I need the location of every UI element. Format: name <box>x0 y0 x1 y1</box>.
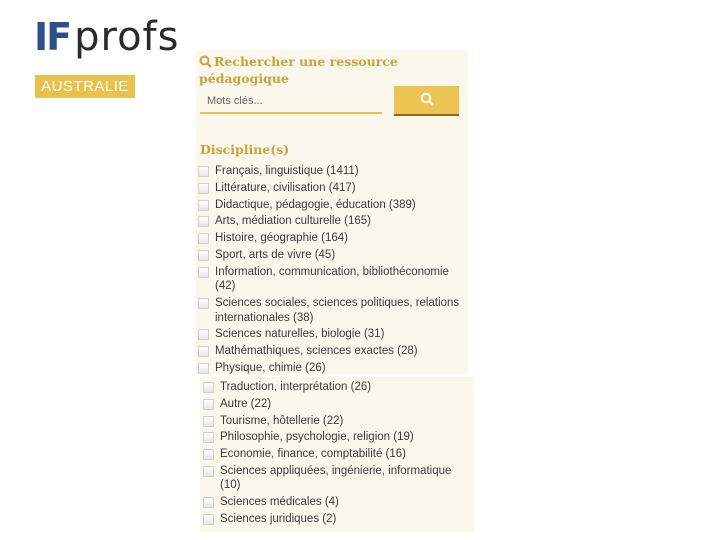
list-item-label: Sport, arts de vivre (45) <box>215 248 336 261</box>
list-item[interactable]: Littérature, civilisation (417) <box>198 181 468 196</box>
list-item[interactable]: Sciences appliquées, ingénierie, informa… <box>203 464 471 493</box>
list-item[interactable]: Sciences médicales (4) <box>203 495 471 510</box>
list-item[interactable]: Sciences naturelles, biologie (31) <box>198 327 468 342</box>
logo-f: F <box>46 15 73 59</box>
list-item[interactable]: Philosophie, psychologie, religion (19) <box>203 430 471 445</box>
list-item[interactable]: Didactique, pédagogie, éducation (389) <box>198 198 468 213</box>
search-button[interactable] <box>394 86 459 116</box>
list-item-label: Sciences naturelles, biologie (31) <box>215 328 385 341</box>
search-heading-text: Rechercher une ressource pédagogique <box>199 54 398 86</box>
checkbox[interactable] <box>203 382 214 393</box>
discipline-list: Français, linguistique (1411) Littératur… <box>198 164 468 378</box>
list-item-label: Didactique, pédagogie, éducation (389) <box>215 198 416 211</box>
checkbox[interactable] <box>203 398 214 410</box>
checkbox[interactable] <box>198 216 209 228</box>
checkbox[interactable] <box>203 497 214 509</box>
list-item[interactable]: Histoire, géographie (164) <box>198 231 468 246</box>
ifprofs-logo[interactable]: I F profs <box>34 14 180 60</box>
discipline-list-continued: Traduction, interprétation (26) Autre (2… <box>203 380 471 529</box>
discipline-heading: Discipline(s) <box>200 142 290 157</box>
list-item[interactable]: Sport, arts de vivre (45) <box>198 248 468 263</box>
list-item-label: Sciences juridiques (2) <box>220 513 337 526</box>
list-item-label: Physique, chimie (26) <box>215 361 326 374</box>
list-item-label: Economie, finance, comptabilité (16) <box>220 448 407 461</box>
checkbox[interactable] <box>203 514 214 526</box>
list-item[interactable]: Traduction, interprétation (26) <box>203 380 471 395</box>
list-item-label: Littérature, civilisation (417) <box>215 181 356 194</box>
checkbox[interactable] <box>198 298 209 310</box>
checkbox[interactable] <box>198 346 209 358</box>
list-item[interactable]: Sciences sociales, sciences politiques, … <box>198 296 468 325</box>
list-item[interactable]: Mathémathiques, sciences exactes (28) <box>198 344 468 359</box>
list-item-label: Histoire, géographie (164) <box>215 232 348 245</box>
magnifier-icon <box>199 55 212 71</box>
list-item-label: Sciences appliquées, ingénierie, informa… <box>220 464 452 492</box>
list-item-label: Tourisme, hôtellerie (22) <box>220 414 344 427</box>
checkbox[interactable] <box>198 166 209 177</box>
list-item-label: Philosophie, psychologie, religion (19) <box>220 431 414 444</box>
list-item[interactable]: Sciences juridiques (2) <box>203 512 471 527</box>
list-item-label: Sciences médicales (4) <box>220 496 339 509</box>
list-item[interactable]: Arts, médiation culturelle (165) <box>198 214 468 229</box>
country-badge: AUSTRALIE <box>35 75 135 98</box>
list-item[interactable]: Français, linguistique (1411) <box>198 164 468 179</box>
checkbox[interactable] <box>203 465 214 477</box>
search-icon <box>420 92 434 109</box>
list-item-label: Information, communication, bibliothécon… <box>215 265 449 293</box>
list-item-label: Arts, médiation culturelle (165) <box>215 215 371 228</box>
checkbox[interactable] <box>198 329 209 341</box>
checkbox[interactable] <box>198 233 209 245</box>
list-item-label: Autre (22) <box>220 397 272 410</box>
logo-text: profs <box>74 14 180 60</box>
checkbox[interactable] <box>203 415 214 427</box>
checkbox[interactable] <box>203 432 214 444</box>
list-item[interactable]: Physique, chimie (26) <box>198 361 468 376</box>
checkbox[interactable] <box>198 249 209 261</box>
list-item-label: Traduction, interprétation (26) <box>220 381 372 393</box>
list-item[interactable]: Information, communication, bibliothécon… <box>198 265 468 294</box>
checkbox[interactable] <box>198 199 209 211</box>
list-item-label: Mathémathiques, sciences exactes (28) <box>215 345 418 358</box>
list-item-label: Sciences sociales, sciences politiques, … <box>215 297 460 324</box>
list-item[interactable]: Tourisme, hôtellerie (22) <box>203 414 471 429</box>
keywords-input[interactable] <box>200 90 382 114</box>
checkbox[interactable] <box>198 362 209 374</box>
search-heading: Rechercher une ressource pédagogique <box>199 54 399 86</box>
checkbox[interactable] <box>198 266 209 278</box>
list-item[interactable]: Autre (22) <box>203 397 471 412</box>
list-item[interactable]: Economie, finance, comptabilité (16) <box>203 447 471 462</box>
list-item-label: Français, linguistique (1411) <box>215 165 359 177</box>
checkbox[interactable] <box>203 449 214 461</box>
checkbox[interactable] <box>198 182 209 194</box>
